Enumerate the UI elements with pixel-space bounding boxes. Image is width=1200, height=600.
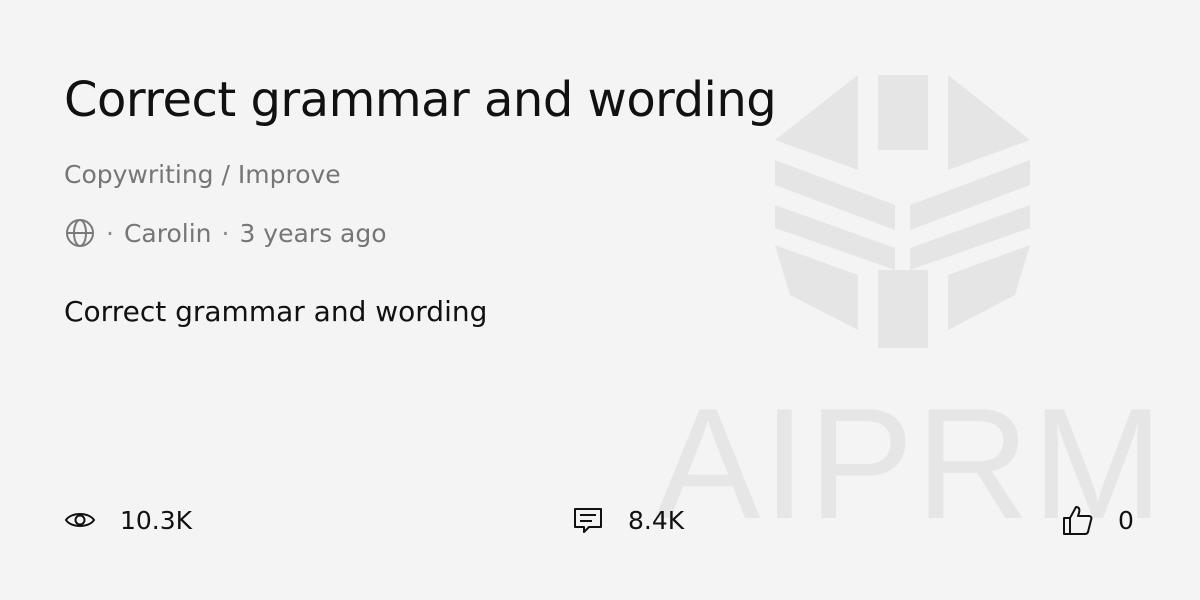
views-count: 10.3K (120, 505, 193, 535)
prompt-description: Correct grammar and wording (64, 295, 488, 328)
category-breadcrumb[interactable]: Copywriting / Improve (64, 160, 341, 189)
likes-stat[interactable]: 0 (1062, 502, 1134, 538)
globe-icon (66, 219, 94, 247)
aiprm-logo-mark (775, 75, 1030, 348)
likes-count: 0 (1118, 505, 1134, 535)
views-stat: 10.3K (64, 502, 192, 538)
page-title: Correct grammar and wording (64, 72, 777, 128)
meta-separator: · (106, 218, 114, 248)
meta-separator: · (221, 218, 230, 248)
prompt-age: 3 years ago (239, 218, 387, 248)
comment-icon (574, 508, 602, 533)
author-name[interactable]: Carolin (124, 219, 212, 248)
comments-stat: 8.4K (572, 502, 684, 538)
eye-icon (64, 513, 96, 527)
prompt-meta: · Carolin · 3 years ago (64, 216, 387, 250)
thumbs-up-icon[interactable] (1062, 504, 1094, 536)
comments-count: 8.4K (628, 505, 685, 535)
